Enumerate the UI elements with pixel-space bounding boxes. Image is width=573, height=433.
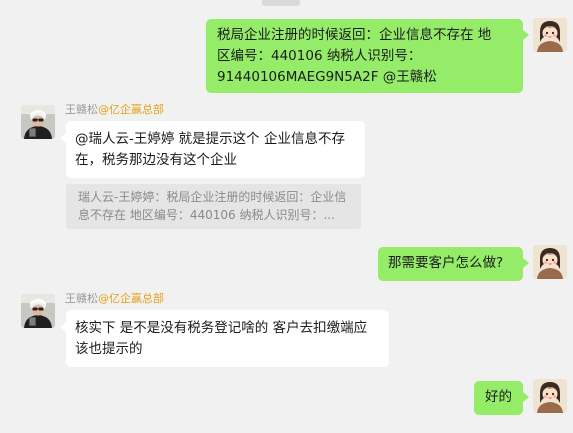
message-text-line: 该也提示的 [75,341,143,357]
sender-org-tag: @亿企赢总部 [98,292,164,305]
cartoon-girl-avatar-icon[interactable] [533,245,567,279]
selfie-man-avatar-icon[interactable] [21,294,55,328]
sender-display-name: 王赣松 [65,292,98,305]
message-text-line: 税局企业注册的时候返回：企业信息不存在 地 [217,27,492,43]
sender-org-tag: @亿企赢总部 [98,103,164,116]
self-message-bubble[interactable]: 税局企业注册的时候返回：企业信息不存在 地 区编号：440106 纳税人识别号：… [206,19,523,93]
message-text-line: 那需要客户怎么做? [388,255,504,271]
message-text-line: @瑞人云-王婷婷 就是提示这个 企业信息不存 [75,131,345,147]
sender-name: 王赣松@亿企赢总部 [65,290,164,306]
selfie-man-avatar-icon[interactable] [21,105,55,139]
message-text-line: 在，税务那边没有这个企业 [75,152,237,168]
message-text-line: 好的 [485,389,512,405]
other-message-bubble[interactable]: 核实下 是不是没有税务登记啥的 客户去扣缴端应 该也提示的 [66,310,389,367]
quoted-text-line: 瑞人云-王婷婷：税局企业注册的时候返回：企业信 [78,190,347,204]
chat-message-list[interactable]: 税局企业注册的时候返回：企业信息不存在 地 区编号：440106 纳税人识别号：… [0,0,573,433]
message-text-line: 91440106MAEG9N5A2F @王赣松 [217,69,437,85]
bubble-tail [523,258,529,268]
quoted-text-line: 息不存在 地区编号：440106 纳税人识别号：... [78,208,335,222]
self-message-bubble[interactable]: 好的 [474,381,523,415]
sender-name: 王赣松@亿企赢总部 [65,101,164,117]
cartoon-girl-avatar-icon[interactable] [533,18,567,52]
bubble-tail [523,392,529,402]
self-message-bubble[interactable]: 那需要客户怎么做? [378,247,523,281]
sender-display-name: 王赣松 [65,103,98,116]
message-text-line: 区编号：440106 纳税人识别号： [217,48,422,64]
other-message-bubble[interactable]: @瑞人云-王婷婷 就是提示这个 企业信息不存 在，税务那边没有这个企业 [66,121,365,178]
bubble-tail [523,30,529,40]
previous-item-stub [262,0,300,6]
cartoon-girl-avatar-icon[interactable] [533,379,567,413]
message-text-line: 核实下 是不是没有税务登记啥的 客户去扣缴端应 [75,320,368,336]
quoted-message[interactable]: 瑞人云-王婷婷：税局企业注册的时候返回：企业信 息不存在 地区编号：440106… [66,184,361,229]
